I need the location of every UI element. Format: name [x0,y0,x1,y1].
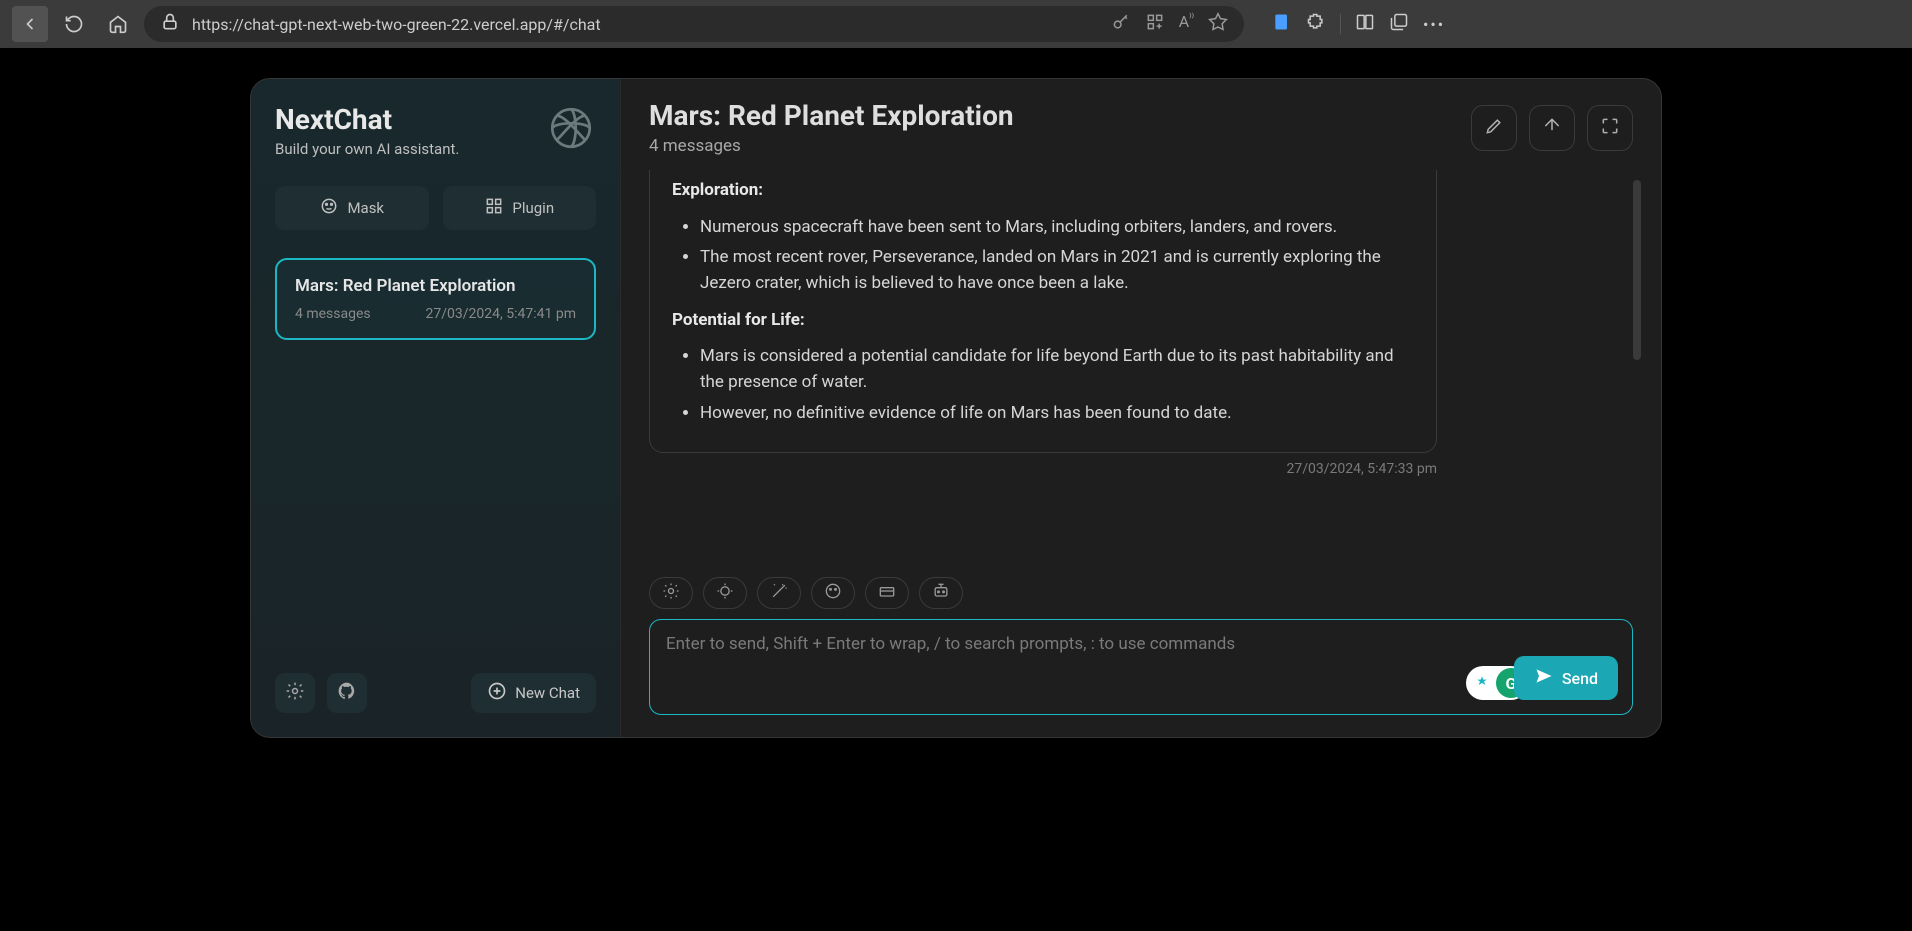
masks-button[interactable] [811,577,855,609]
pencil-icon [1484,116,1504,140]
new-chat-label: New Chat [515,684,580,702]
browser-right-icons: ••• [1272,12,1445,36]
break-icon [877,581,897,605]
chat-item[interactable]: Mars: Red Planet Exploration 4 messages … [275,258,596,340]
compose-area: G Send [621,571,1661,737]
read-aloud-icon[interactable]: A⁾⁾ [1179,12,1194,36]
send-label: Send [1562,669,1598,688]
prompts-button[interactable] [757,577,801,609]
back-button[interactable] [12,6,48,42]
section-heading: Exploration: [672,180,763,200]
list-item: The most recent rover, Perseverance, lan… [700,244,1414,297]
robot-icon [931,581,951,605]
url-text: https://chat-gpt-next-web-two-green-22.v… [192,15,601,34]
sidebar: NextChat Build your own AI assistant. Ma… [251,79,621,737]
app-subtitle: Build your own AI assistant. [275,140,459,158]
extensions-icon[interactable] [1306,12,1326,36]
address-bar[interactable]: https://chat-gpt-next-web-two-green-22.v… [144,6,1244,42]
theme-button[interactable] [703,577,747,609]
key-icon[interactable] [1111,12,1131,36]
mask-button[interactable]: Mask [275,186,429,230]
chat-item-count: 4 messages [295,306,371,322]
clear-button[interactable] [865,577,909,609]
app-title: NextChat [275,103,459,136]
send-button[interactable]: Send [1514,656,1618,700]
more-icon[interactable]: ••• [1423,15,1445,34]
github-button[interactable] [327,673,367,713]
expand-button[interactable] [1587,105,1633,151]
logo-icon [546,103,596,153]
section-heading: Potential for Life: [672,310,805,330]
chat-item-title: Mars: Red Planet Exploration [295,276,576,296]
lock-icon [160,12,180,36]
mask-icon [319,196,339,220]
list-item: Mars is considered a potential candidate… [700,343,1414,396]
plugin-label: Plugin [512,199,554,217]
apps-icon[interactable] [1145,12,1165,36]
expand-icon [1600,116,1620,140]
chat-subtitle: 4 messages [649,136,1471,156]
favorite-icon[interactable] [1208,12,1228,36]
mask-icon [823,581,843,605]
list-item: However, no definitive evidence of life … [700,400,1414,426]
refresh-button[interactable] [56,6,92,42]
home-button[interactable] [100,6,136,42]
chat-item-time: 27/03/2024, 5:47:41 pm [426,306,576,322]
mask-label: Mask [347,199,384,217]
assistant-message: polar ice caps. Exploration: Numerous sp… [649,170,1437,453]
message-input-wrap: G Send [649,619,1633,715]
grammarly-left-icon [1468,669,1496,697]
model-settings-button[interactable] [649,577,693,609]
gear-icon [285,681,305,705]
chat-scroll-area[interactable]: polar ice caps. Exploration: Numerous sp… [621,170,1661,571]
share-button[interactable] [1529,105,1575,151]
wand-icon [769,581,789,605]
app-window: NextChat Build your own AI assistant. Ma… [250,78,1662,738]
model-button[interactable] [919,577,963,609]
list-item: Numerous spacecraft have been sent to Ma… [700,214,1414,240]
tabs-icon[interactable] [1389,12,1409,36]
plugin-button[interactable]: Plugin [443,186,597,230]
edit-button[interactable] [1471,105,1517,151]
share-icon [1542,116,1562,140]
github-icon [337,681,357,705]
main-panel: Mars: Red Planet Exploration 4 messages … [621,79,1661,737]
browser-toolbar: https://chat-gpt-next-web-two-green-22.v… [0,0,1912,48]
new-chat-button[interactable]: New Chat [471,673,596,713]
plugin-icon [484,196,504,220]
chat-title[interactable]: Mars: Red Planet Exploration [649,99,1471,132]
scrollbar[interactable] [1633,170,1641,331]
plus-icon [487,681,507,705]
theme-icon [715,581,735,605]
collections-icon[interactable] [1272,12,1292,36]
split-screen-icon[interactable] [1355,12,1375,36]
settings-button[interactable] [275,673,315,713]
gear-icon [661,581,681,605]
message-timestamp: 27/03/2024, 5:47:33 pm [649,453,1437,477]
send-icon [1534,666,1554,690]
